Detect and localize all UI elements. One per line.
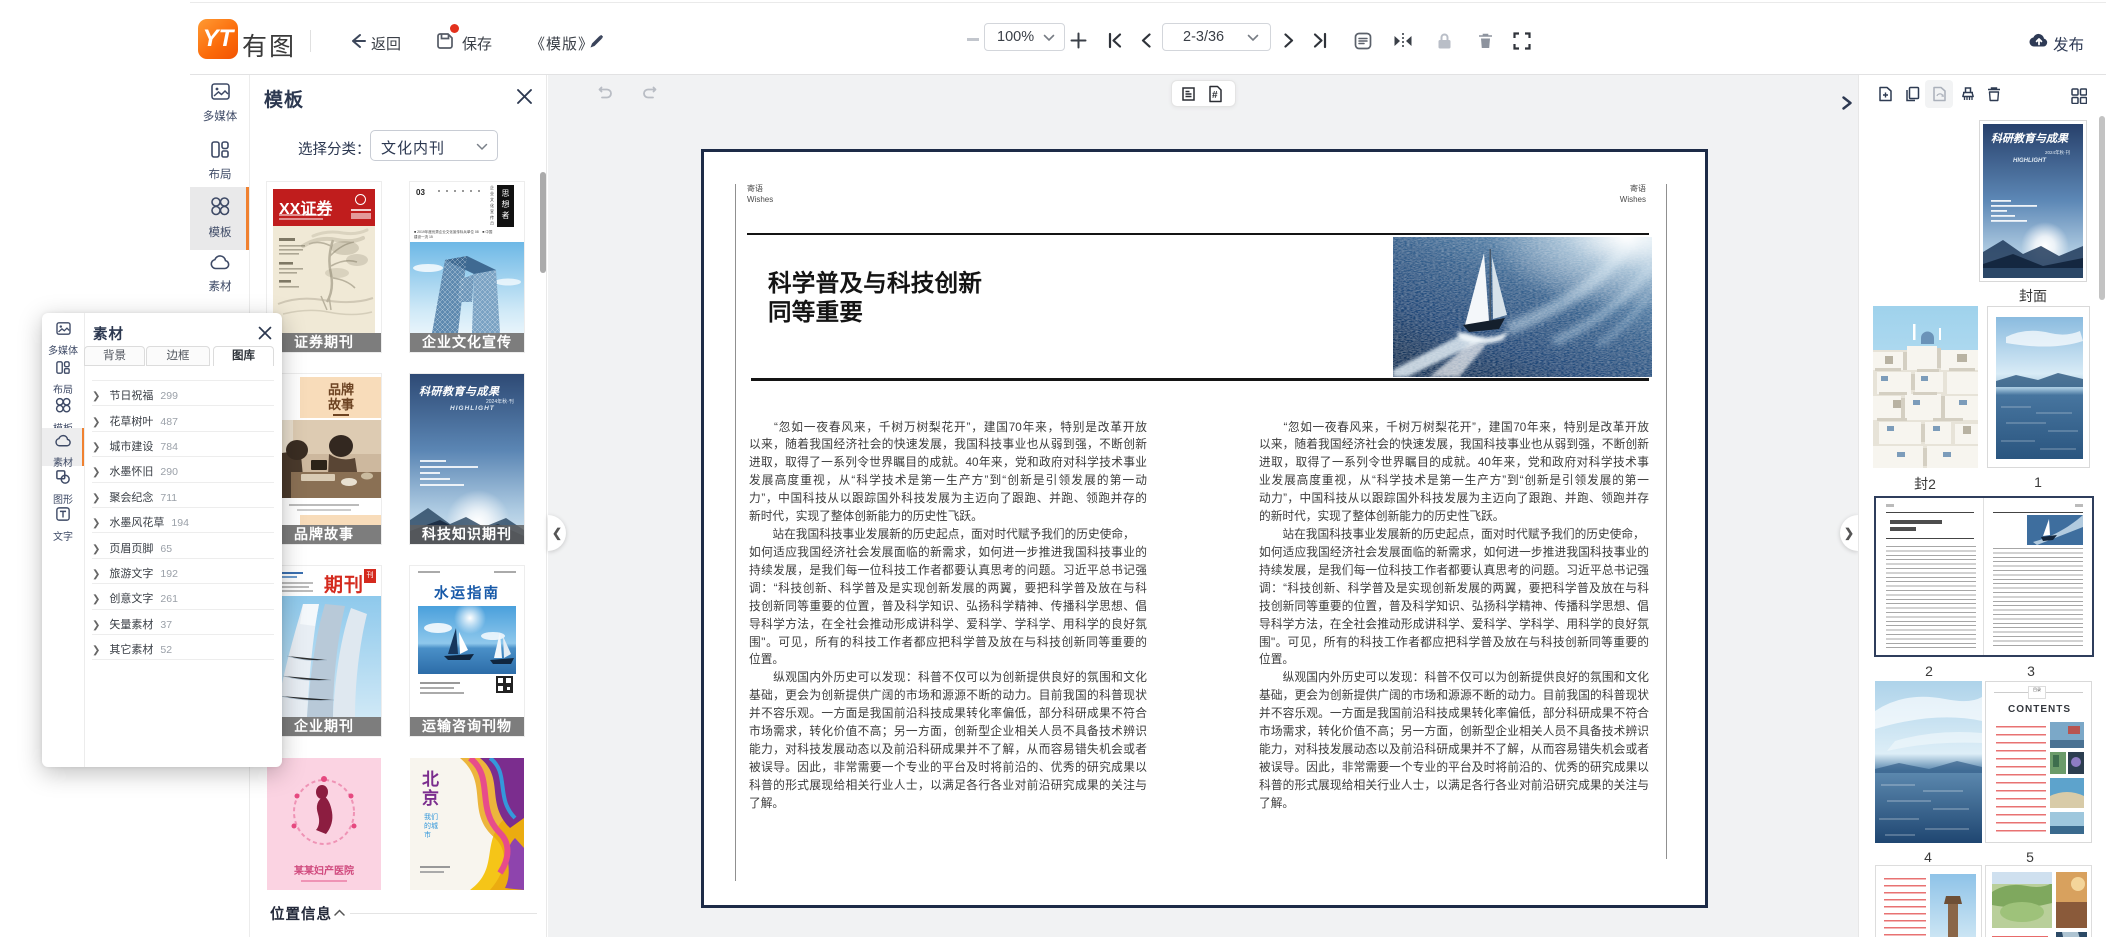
svg-text:科研教育与成果: 科研教育与成果: [1991, 132, 2069, 145]
svg-text:HIGHLIGHT: HIGHLIGHT: [2013, 158, 2047, 164]
svg-text:2024年秋·刊: 2024年秋·刊: [2045, 149, 2071, 156]
svg-text:#: #: [1212, 90, 1218, 101]
